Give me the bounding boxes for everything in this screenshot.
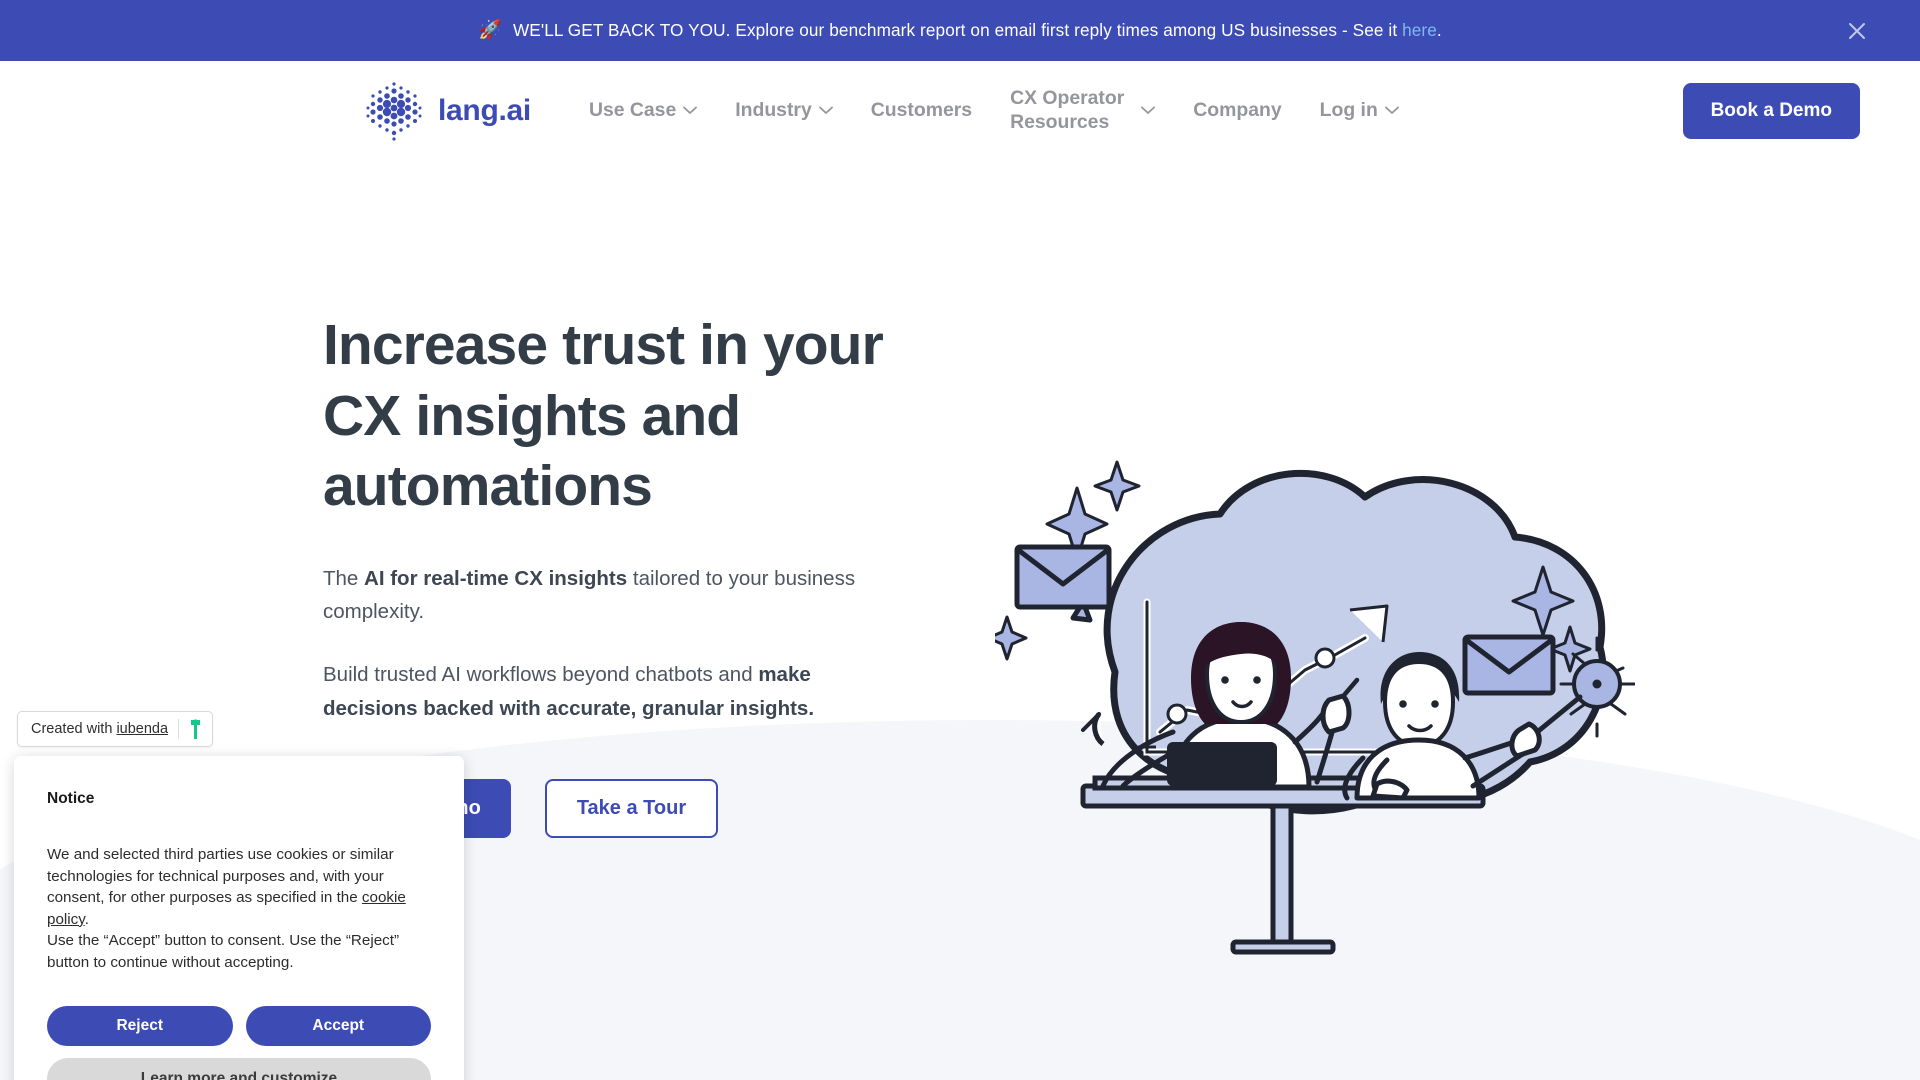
page-root: 🚀 WE'LL GET BACK TO YOU. Explore our ben… — [0, 0, 1920, 1080]
cookie-dialog-actions: Reject Accept — [47, 1006, 431, 1047]
nav-item-label: Company — [1193, 99, 1282, 122]
brand-name: lang.ai — [438, 93, 531, 127]
nav-item-log-in[interactable]: Log in — [1301, 90, 1418, 130]
cookie-learn-more-button[interactable]: Learn more and customize — [47, 1058, 431, 1080]
nav-item-label-stack: CX Operator Resources — [1010, 87, 1124, 134]
chevron-down-icon — [683, 106, 698, 114]
rocket-icon: 🚀 — [478, 20, 502, 41]
nav-item-label: Customers — [870, 99, 973, 122]
nav-item-cx-operator-resources[interactable]: CX Operator Resources — [991, 79, 1174, 142]
nav-item-label-line2: Resources — [1010, 110, 1110, 133]
chevron-down-icon — [818, 106, 833, 114]
cookie-reject-button[interactable]: Reject — [47, 1006, 233, 1047]
iubenda-link[interactable]: iubenda — [116, 721, 168, 737]
nav-item-use-case[interactable]: Use Case — [570, 90, 716, 130]
announcement-banner-content: 🚀 WE'LL GET BACK TO YOU. Explore our ben… — [478, 20, 1442, 41]
nav-item-industry[interactable]: Industry — [716, 90, 852, 130]
iubenda-badge[interactable]: Created with iubenda — [17, 711, 214, 747]
hero-paragraph-2: Build trusted AI workflows beyond chatbo… — [323, 663, 815, 720]
hero-section: Increase trust in your CX insights and a… — [0, 160, 1920, 955]
announcement-banner-link[interactable]: here — [1402, 20, 1437, 40]
nav-item-label: Use Case — [588, 99, 677, 122]
nav-item-customers[interactable]: Customers — [852, 90, 991, 130]
nav-links: Use Case Industry Customers CX Operator … — [570, 79, 1418, 142]
nav-item-company[interactable]: Company — [1174, 90, 1300, 130]
announcement-banner-text: WE'LL GET BACK TO YOU. Explore our bench… — [512, 20, 1442, 40]
cookie-paragraph-2: Use the “Accept” button to consent. Use … — [47, 932, 400, 971]
langai-dot-hexagon-logo — [366, 81, 422, 141]
nav-item-label: Industry — [735, 99, 812, 122]
iubenda-divider — [178, 719, 180, 739]
book-a-demo-button[interactable]: Book a Demo — [1682, 82, 1860, 139]
cookie-consent-dialog: Notice We and selected third parties use… — [14, 756, 464, 1080]
announcement-banner: 🚀 WE'LL GET BACK TO YOU. Explore our ben… — [0, 0, 1920, 61]
brand-logo-link[interactable]: lang.ai — [362, 79, 531, 143]
nav-item-label: Log in — [1319, 99, 1378, 122]
cookie-accept-button[interactable]: Accept — [245, 1006, 431, 1047]
main-navigation: lang.ai Use Case Industry Customers CX O… — [0, 61, 1920, 160]
cx-team-cloud-chart-illustration — [995, 460, 1635, 955]
chevron-down-icon — [1384, 106, 1399, 114]
chevron-down-icon — [1141, 106, 1156, 114]
hero-paragraph-1: The AI for real-time CX insights tailore… — [323, 567, 856, 624]
close-icon[interactable] — [1844, 18, 1870, 44]
hero-illustration-wrap — [995, 442, 1635, 987]
page-title: Increase trust in your CX insights and a… — [323, 313, 884, 519]
hero-paragraph-1-bold: AI for real-time CX insights — [364, 567, 628, 591]
iubenda-shield-icon — [191, 718, 201, 739]
cookie-dialog-title: Notice — [47, 790, 95, 807]
iubenda-badge-text: Created with iubenda — [31, 721, 169, 737]
hero-take-a-tour-button[interactable]: Take a Tour — [544, 778, 719, 838]
cookie-paragraph-1: We and selected third parties use cookie… — [47, 846, 406, 928]
cookie-dialog-body: We and selected third parties use cookie… — [47, 844, 431, 973]
nav-item-label-line1: CX Operator — [1010, 87, 1125, 110]
